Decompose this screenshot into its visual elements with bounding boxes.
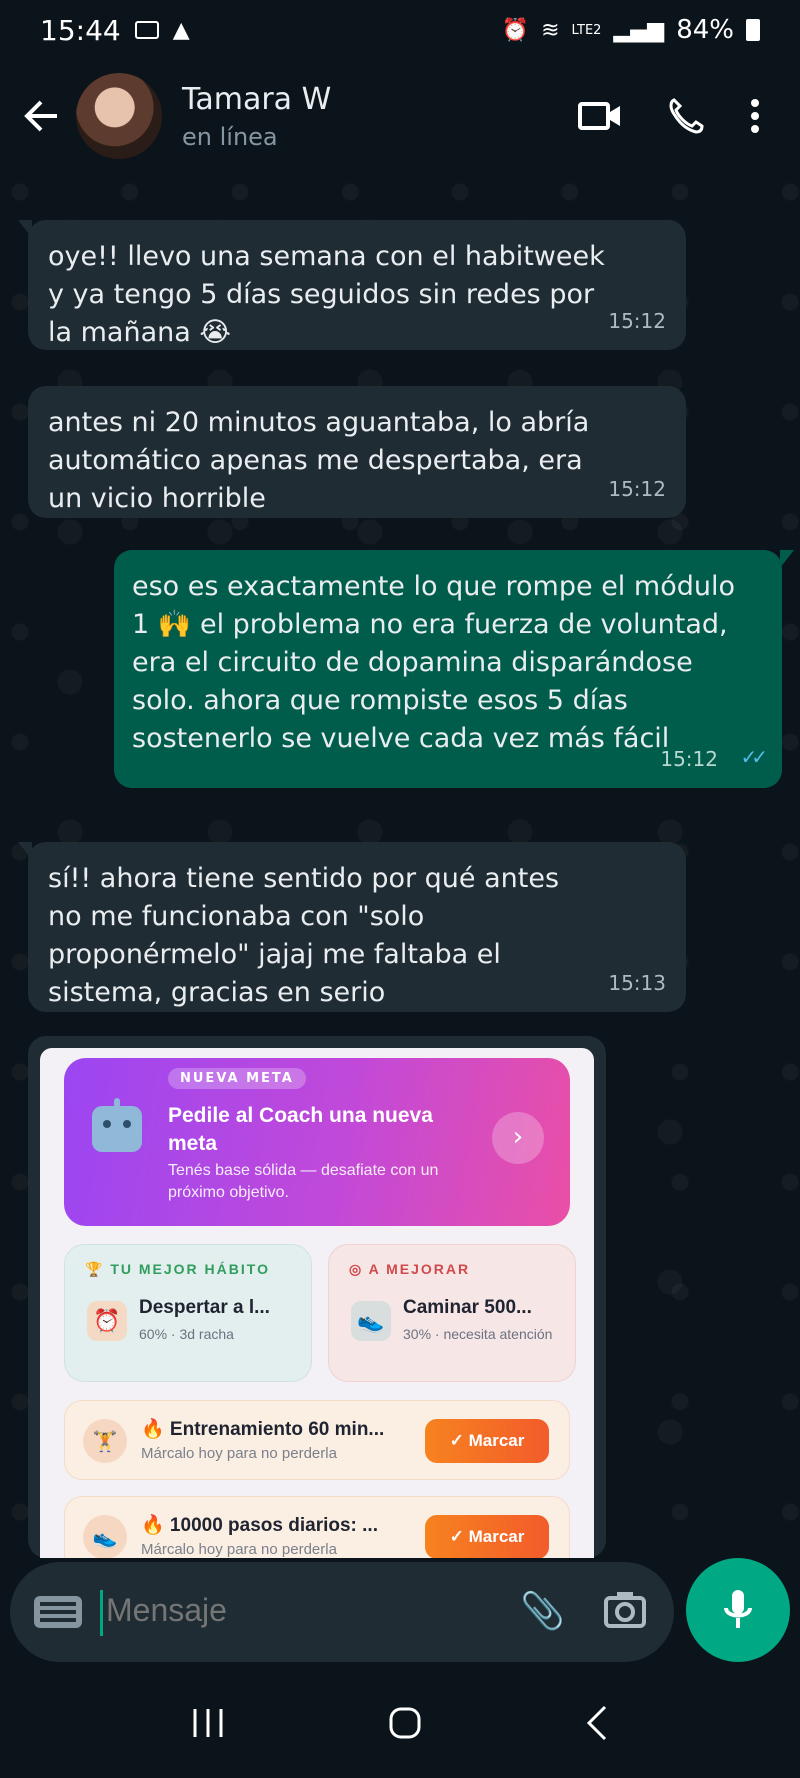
image-message[interactable]: NUEVA META Pedile al Coach una nueva met… (28, 1036, 606, 1558)
message-composer: 📎 (0, 1558, 800, 1668)
best-habit-card: 🏆 TU MEJOR HÁBITO ⏰ Despertar a l... 60%… (64, 1244, 312, 1382)
task-title: 🔥 Entrenamiento 60 min... (141, 1419, 385, 1440)
goal-title: Pedile al Coach una nueva meta (168, 1104, 433, 1155)
arrow-left-icon (24, 100, 57, 132)
video-call-icon[interactable] (578, 100, 622, 132)
message-text: sí!! ahora tiene sentido por qué antes n… (48, 863, 560, 1008)
chevron-right-icon: › (492, 1112, 544, 1164)
task-item: 🏋 🔥 Entrenamiento 60 min... Márcalo hoy … (64, 1400, 570, 1480)
message-time: 15:12 (608, 477, 666, 501)
shared-screenshot[interactable]: NUEVA META Pedile al Coach una nueva met… (40, 1048, 594, 1558)
battery-icon (746, 19, 760, 41)
message-time: 15:12 (660, 747, 718, 771)
to-improve-heading: A MEJORAR (368, 1261, 471, 1277)
mark-button: ✓ Marcar (425, 1515, 549, 1558)
system-nav-bar (0, 1668, 800, 1778)
contact-info[interactable]: Tamara W en línea (182, 82, 331, 151)
shoe-icon: 👟 (351, 1301, 391, 1341)
to-improve-meta: 30% · necesita atención (403, 1326, 553, 1342)
status-bar: 15:44 ▲ ⏰ ≋ LTE2 ▂▄▆ 84% (0, 0, 800, 60)
avatar[interactable] (76, 73, 162, 159)
phone-icon[interactable] (666, 96, 706, 136)
message-text: oye!! llevo una semana con el habitweek … (48, 241, 605, 348)
message-input-bar[interactable]: 📎 (10, 1562, 674, 1662)
dumbbell-icon: 🏋 (83, 1419, 127, 1463)
new-goal-card: NUEVA META Pedile al Coach una nueva met… (64, 1058, 570, 1226)
voicemail-icon (134, 21, 159, 39)
robot-icon (92, 1098, 142, 1152)
shoe-icon: 👟 (83, 1515, 127, 1558)
mark-button: ✓ Marcar (425, 1419, 549, 1463)
to-improve-title: Caminar 500... (403, 1297, 532, 1318)
attach-icon[interactable]: 📎 (520, 1590, 565, 1632)
back-nav-icon[interactable] (585, 1705, 609, 1741)
message-text: antes ni 20 minutos aguantaba, lo abría … (48, 407, 590, 514)
contact-status: en línea (182, 122, 278, 151)
message-input[interactable] (106, 1592, 506, 1629)
message-time: 15:13 (608, 971, 666, 995)
home-icon[interactable] (388, 1706, 422, 1740)
microphone-icon (724, 1590, 752, 1628)
back-button[interactable] (6, 81, 76, 151)
message-bubble[interactable]: oye!! llevo una semana con el habitweek … (18, 220, 686, 350)
wifi-icon: ≋ (541, 17, 560, 43)
voice-message-button[interactable] (686, 1558, 790, 1662)
alarm-icon: ⏰ (501, 17, 530, 43)
status-time: 15:44 (40, 13, 121, 47)
contact-name: Tamara W (182, 81, 332, 117)
read-receipt-icon: ✓✓ (740, 745, 767, 769)
chat-header: Tamara W en línea (0, 60, 800, 172)
battery-level: 84% (676, 15, 734, 45)
message-text: eso es exactamente lo que rompe el módul… (132, 571, 735, 754)
best-habit-meta: 60% · 3d racha (139, 1326, 234, 1342)
target-icon: ◎ (349, 1261, 369, 1277)
alarm-clock-icon: ⏰ (87, 1301, 127, 1341)
best-habit-title: Despertar a l... (139, 1297, 270, 1318)
trophy-icon: 🏆 (85, 1261, 111, 1277)
task-item: 👟 🔥 10000 pasos diarios: ... Márcalo hoy… (64, 1496, 570, 1558)
camera-icon[interactable] (604, 1590, 646, 1630)
message-time: 15:12 (608, 309, 666, 333)
signal-icon: ▂▄▆ (613, 17, 665, 43)
message-bubble[interactable]: eso es exactamente lo que rompe el módul… (114, 550, 794, 788)
keyboard-icon[interactable] (34, 1596, 82, 1628)
task-subtitle: Márcalo hoy para no perderla (141, 1541, 337, 1558)
warning-icon: ▲ (172, 17, 190, 43)
message-bubble[interactable]: sí!! ahora tiene sentido por qué antes n… (18, 842, 686, 1012)
task-subtitle: Márcalo hoy para no perderla (141, 1445, 337, 1462)
message-bubble[interactable]: antes ni 20 minutos aguantaba, lo abría … (28, 386, 686, 518)
text-cursor (100, 1590, 103, 1636)
network-label: LTE2 (571, 22, 602, 38)
more-options-icon[interactable] (750, 98, 760, 134)
best-habit-heading: TU MEJOR HÁBITO (110, 1261, 270, 1277)
task-title: 🔥 10000 pasos diarios: ... (141, 1515, 378, 1536)
goal-tag: NUEVA META (168, 1068, 306, 1089)
chat-area[interactable]: oye!! llevo una semana con el habitweek … (0, 172, 800, 1558)
goal-subtitle: Tenés base sólida — desafiate con un pró… (168, 1162, 439, 1201)
recent-apps-icon[interactable] (191, 1707, 225, 1739)
to-improve-card: ◎ A MEJORAR 👟 Caminar 500... 30% · neces… (328, 1244, 576, 1382)
